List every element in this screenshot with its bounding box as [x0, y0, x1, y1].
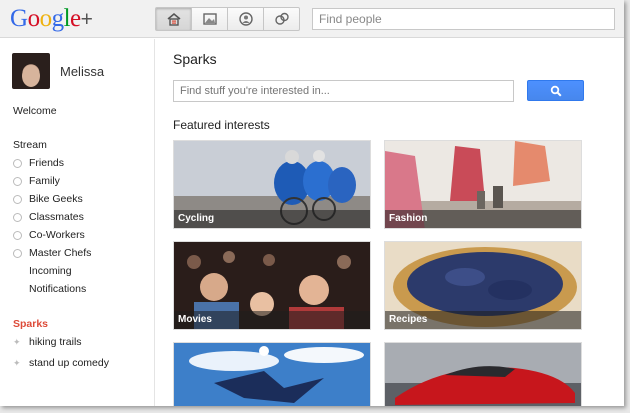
sidebar-item-incoming[interactable]: Incoming: [29, 265, 72, 277]
sidebar-circle-bike-geeks[interactable]: Bike Geeks: [13, 193, 83, 205]
tile-caption: Recipes: [385, 311, 581, 329]
sidebar-item-stream[interactable]: Stream: [13, 139, 47, 151]
home-button[interactable]: [155, 7, 192, 31]
spark-icon: ✦: [13, 358, 21, 368]
logo-plus: +: [80, 8, 93, 31]
circle-label: Co-Workers: [29, 229, 85, 241]
sidebar-circle-friends[interactable]: Friends: [13, 157, 64, 169]
interest-tile-recipes[interactable]: Recipes: [384, 241, 582, 330]
app-window: Google+ Find people Melissa Welcome Stre…: [0, 0, 624, 406]
circles-button[interactable]: [263, 7, 300, 31]
sidebar-sparks-heading[interactable]: Sparks: [13, 318, 48, 330]
search-icon: [550, 85, 562, 97]
interest-tile-sports[interactable]: [173, 342, 371, 406]
tile-caption: Movies: [174, 311, 370, 329]
circle-icon: [13, 158, 22, 168]
circle-label: Bike Geeks: [29, 193, 83, 205]
sidebar-spark-hiking-trails[interactable]: ✦ hiking trails: [13, 336, 82, 348]
sports-photo: [174, 343, 370, 406]
circle-icon: [13, 176, 22, 186]
circle-label: Master Chefs: [29, 247, 92, 259]
interest-tile-fashion[interactable]: Fashion: [384, 140, 582, 229]
circle-label: Family: [29, 175, 60, 187]
photos-icon: [202, 13, 217, 25]
sidebar-item-notifications[interactable]: Notifications: [29, 283, 86, 295]
profile-link[interactable]: Melissa: [12, 53, 104, 89]
sidebar-circle-classmates[interactable]: Classmates: [13, 211, 84, 223]
sidebar-circle-family[interactable]: Family: [13, 175, 60, 187]
circles-icon: [274, 12, 289, 25]
spark-label: hiking trails: [29, 336, 82, 348]
main-content: Sparks Featured interests Cycling: [156, 39, 624, 406]
sidebar-circle-co-workers[interactable]: Co-Workers: [13, 229, 85, 241]
sidebar-spark-stand-up-comedy[interactable]: ✦ stand up comedy: [13, 357, 109, 369]
home-icon: [166, 12, 181, 26]
sidebar-item-welcome[interactable]: Welcome: [13, 105, 57, 117]
spark-label: stand up comedy: [29, 357, 109, 369]
profile-name: Melissa: [60, 63, 105, 79]
search-button[interactable]: [527, 80, 584, 101]
tile-caption: Cycling: [174, 210, 370, 228]
sidebar-circle-master-chefs[interactable]: Master Chefs: [13, 247, 91, 259]
page-title: Sparks: [173, 51, 217, 67]
circle-icon: [13, 212, 22, 222]
profile-button[interactable]: [227, 7, 264, 31]
sidebar: Melissa Welcome Stream Friends Family Bi…: [0, 39, 155, 406]
nav-buttons: [155, 7, 300, 31]
tile-caption: Fashion: [385, 210, 581, 228]
circle-icon: [13, 248, 22, 258]
google-plus-logo[interactable]: Google+: [10, 5, 93, 33]
circle-label: Classmates: [29, 211, 84, 223]
cars-photo: [385, 343, 581, 406]
profile-icon: [238, 12, 253, 26]
top-bar: Google+: [0, 0, 624, 38]
avatar: [12, 53, 50, 89]
interest-tile-cars[interactable]: [384, 342, 582, 406]
circle-icon: [13, 194, 22, 204]
circle-icon: [13, 230, 22, 240]
interest-tile-cycling[interactable]: Cycling: [173, 140, 371, 229]
interest-tile-movies[interactable]: Movies: [173, 241, 371, 330]
circle-label: Friends: [29, 157, 65, 169]
featured-interests-heading: Featured interests: [173, 118, 270, 132]
photos-button[interactable]: [191, 7, 228, 31]
find-people-input[interactable]: [312, 8, 615, 30]
spark-icon: ✦: [13, 337, 21, 347]
interest-search-input[interactable]: [173, 80, 514, 102]
